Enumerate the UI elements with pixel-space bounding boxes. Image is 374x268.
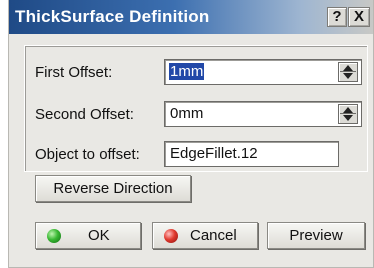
second-offset-label: Second Offset: — [35, 106, 134, 123]
ok-button[interactable]: OK — [35, 222, 141, 249]
preview-button[interactable]: Preview — [267, 222, 365, 249]
help-button[interactable]: ? — [327, 7, 347, 27]
object-to-offset-field[interactable]: EdgeFillet.12 — [164, 141, 339, 167]
cancel-label: Cancel — [190, 227, 237, 244]
spinner-down-icon[interactable] — [343, 115, 353, 121]
cancel-button[interactable]: Cancel — [152, 222, 258, 249]
object-to-offset-label: Object to offset: — [35, 146, 140, 163]
first-offset-label: First Offset: — [35, 64, 113, 81]
second-offset-spinner[interactable] — [338, 104, 358, 124]
first-offset-spinner[interactable] — [338, 62, 358, 82]
spinner-divider — [340, 113, 356, 114]
cancel-icon — [164, 229, 178, 243]
ok-icon — [47, 229, 61, 243]
close-button[interactable]: X — [348, 7, 370, 27]
second-offset-field[interactable]: 0mm — [164, 101, 362, 127]
first-offset-value: 1mm — [169, 63, 205, 80]
first-offset-field[interactable]: 1mm — [164, 59, 362, 85]
second-offset-value: 0mm — [170, 105, 204, 122]
dialog-title: ThickSurface Definition — [15, 7, 210, 26]
title-bar[interactable]: ThickSurface Definition ? X — [9, 0, 373, 34]
spinner-divider — [340, 71, 356, 72]
spinner-down-icon[interactable] — [343, 73, 353, 79]
ok-label: OK — [88, 227, 110, 244]
reverse-direction-button[interactable]: Reverse Direction — [35, 175, 191, 202]
thicksurface-dialog: ThickSurface Definition ? X First Offset… — [8, 0, 374, 268]
object-to-offset-value: EdgeFillet.12 — [170, 145, 258, 162]
